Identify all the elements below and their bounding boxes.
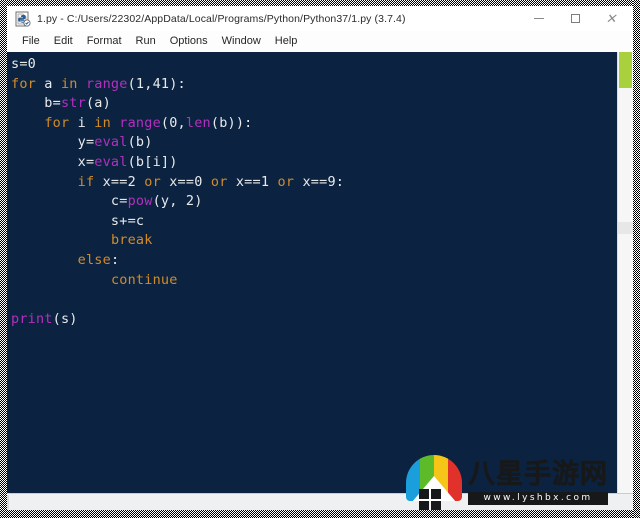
python-idle-icon (15, 11, 31, 27)
code-token: else (77, 251, 111, 268)
code-token: in (94, 114, 111, 131)
code-token: (a) (85, 95, 111, 112)
horizontal-scrollbar-thumb[interactable] (7, 495, 9, 509)
code-token: (b)): (210, 114, 253, 131)
code-token: or (144, 173, 161, 190)
code-token: (1,41): (127, 75, 186, 92)
editor-area: s=0 for a in range(1,41): b=str(a) for i… (7, 52, 633, 493)
scrollbar-marker (618, 222, 633, 234)
code-token: for (44, 114, 70, 131)
code-token: (b) (127, 134, 153, 151)
code-token: range (119, 114, 161, 131)
menu-item-run[interactable]: Run (129, 31, 163, 52)
screenshot-root: 1.py - C:/Users/22302/AppData/Local/Prog… (0, 0, 640, 518)
code-token: : (110, 251, 120, 268)
code-token: or (210, 173, 228, 190)
code-token: s+=c (11, 212, 145, 229)
window-title: 1.py - C:/Users/22302/AppData/Local/Prog… (37, 12, 406, 25)
window-controls: ✕ (521, 6, 629, 31)
code-token: (s) (52, 310, 78, 327)
source-code[interactable]: s=0 for a in range(1,41): b=str(a) for i… (11, 55, 617, 329)
code-token: eval (94, 153, 128, 170)
menubar: File Edit Format Run Options Window Help (7, 31, 633, 52)
code-token: if (77, 173, 95, 190)
code-token: y= (11, 134, 95, 151)
code-token: (y, 2) (152, 193, 203, 210)
code-token: str (60, 95, 86, 112)
maximize-button[interactable] (557, 6, 593, 31)
code-token: pow (127, 193, 153, 210)
menu-item-options[interactable]: Options (163, 31, 215, 52)
menu-item-format[interactable]: Format (80, 31, 129, 52)
vertical-scrollbar[interactable] (617, 52, 633, 493)
code-token: a (35, 75, 61, 92)
menu-item-edit[interactable]: Edit (47, 31, 80, 52)
code-token: eval (94, 134, 128, 151)
code-token: s=0 (11, 56, 36, 72)
horizontal-scrollbar[interactable] (7, 493, 633, 510)
code-token: b= (11, 95, 61, 112)
code-token: for (11, 75, 36, 92)
capture-border-right (633, 0, 640, 518)
code-token: x==2 (94, 173, 145, 190)
code-token: x==1 (227, 173, 278, 190)
idle-editor-window: 1.py - C:/Users/22302/AppData/Local/Prog… (7, 6, 633, 510)
code-token: c= (11, 193, 128, 210)
minimize-button[interactable] (521, 6, 557, 31)
code-token: x==0 (160, 173, 211, 190)
menu-item-file[interactable]: File (15, 31, 47, 52)
code-token: x==9: (294, 173, 345, 190)
code-token: i (69, 114, 95, 131)
vertical-scrollbar-thumb[interactable] (619, 52, 632, 88)
code-token: continue (110, 271, 178, 288)
window-titlebar[interactable]: 1.py - C:/Users/22302/AppData/Local/Prog… (7, 6, 633, 31)
code-token: in (60, 75, 78, 92)
capture-border-bottom (0, 510, 640, 518)
code-token: (b[i]) (127, 153, 178, 170)
menu-item-help[interactable]: Help (268, 31, 305, 52)
code-token: (0, (160, 114, 186, 131)
close-button[interactable]: ✕ (593, 6, 629, 31)
code-token: print (11, 310, 53, 327)
code-token: len (185, 114, 211, 131)
code-token: or (277, 173, 295, 190)
capture-border-left (0, 0, 7, 518)
code-token: range (85, 75, 128, 92)
code-token: break (110, 232, 153, 249)
code-token: x= (11, 153, 95, 170)
menu-item-window[interactable]: Window (215, 31, 268, 52)
code-editor[interactable]: s=0 for a in range(1,41): b=str(a) for i… (7, 52, 617, 493)
